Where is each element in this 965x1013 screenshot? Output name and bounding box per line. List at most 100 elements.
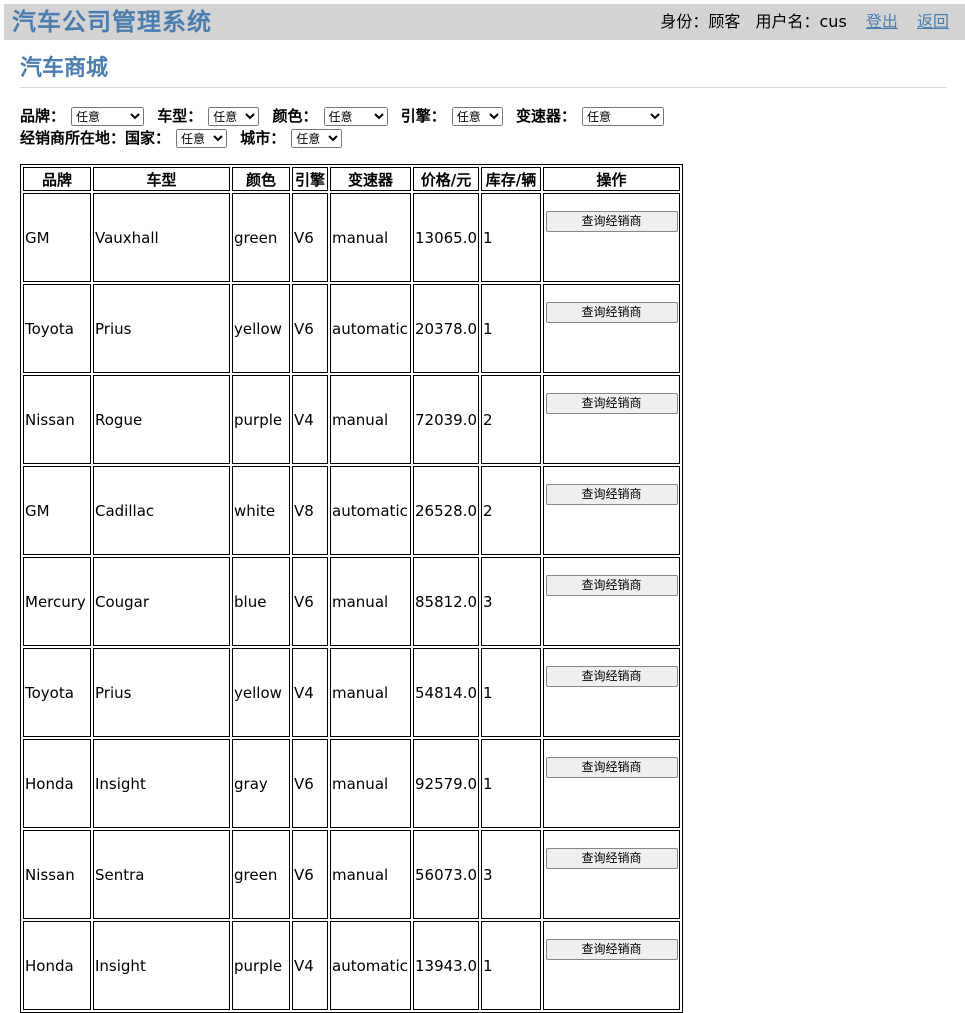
model-filter-label: 车型：: [157, 107, 203, 125]
cell-transmission: manual: [330, 193, 411, 282]
country-filter-label: 国家：: [125, 129, 171, 147]
cell-color: yellow: [232, 284, 290, 373]
table-row: Nissan Rogue purple V4 manual 72039.0 2 查询经销商: [23, 375, 681, 464]
cell-action: 查询经销商: [543, 375, 681, 464]
table-row: Toyota Prius yellow V6 automatic 20378.0 1 查询经销…: [23, 284, 681, 373]
header-model: 车型: [93, 167, 230, 191]
logout-link[interactable]: 登出: [866, 12, 898, 31]
cell-brand: Honda: [23, 739, 91, 828]
header-action: 操作: [543, 167, 681, 191]
dealer-location-label: 经销商所在地：: [20, 129, 126, 147]
cell-brand: Toyota: [23, 648, 91, 737]
cell-color: yellow: [232, 648, 290, 737]
top-bar: 汽车公司管理系统 身份：顾客 用户名：cus 登出 返回: [4, 4, 965, 40]
cell-price: 85812.0: [413, 557, 480, 646]
transmission-filter: 变速器： 任意: [516, 105, 665, 127]
cell-brand: Nissan: [23, 375, 91, 464]
query-dealer-button[interactable]: 查询经销商: [545, 484, 678, 505]
cell-transmission: automatic: [330, 921, 411, 1010]
color-select[interactable]: 任意: [323, 107, 388, 126]
cell-action: 查询经销商: [543, 284, 681, 373]
cell-stock: 1: [481, 739, 542, 828]
cell-engine: V6: [292, 830, 328, 919]
cell-model: Insight: [93, 739, 230, 828]
cell-stock: 1: [481, 284, 542, 373]
brand-select[interactable]: 任意: [71, 107, 145, 126]
table-row: Nissan Sentra green V6 manual 56073.0 3 查询经销商: [23, 830, 681, 919]
cell-engine: V4: [292, 921, 328, 1010]
divider: [20, 87, 947, 88]
country-select[interactable]: 任意: [176, 129, 228, 148]
header-stock: 库存/辆: [481, 167, 542, 191]
cell-stock: 1: [481, 648, 542, 737]
model-filter: 车型： 任意: [157, 105, 260, 127]
cell-action: 查询经销商: [543, 193, 681, 282]
table-row: GM Cadillac white V8 automatic 26528.0 2 查询经销商: [23, 466, 681, 555]
transmission-filter-label: 变速器：: [516, 107, 577, 125]
cell-model: Rogue: [93, 375, 230, 464]
cell-brand: Honda: [23, 921, 91, 1010]
query-dealer-button[interactable]: 查询经销商: [545, 939, 678, 960]
table-row: GM Vauxhall green V6 manual 13065.0 1 查询经销商: [23, 193, 681, 282]
model-select[interactable]: 任意: [208, 107, 260, 126]
cell-brand: Toyota: [23, 284, 91, 373]
brand-filter-label: 品牌：: [20, 107, 66, 125]
filter-bar: 品牌： 任意 车型： 任意 颜色： 任意 引擎： 任意 变速器： 任意 经销商所在地： 国…: [20, 105, 950, 149]
cell-model: Insight: [93, 921, 230, 1010]
query-dealer-button[interactable]: 查询经销商: [545, 575, 678, 596]
cell-stock: 2: [481, 375, 542, 464]
cell-transmission: automatic: [330, 284, 411, 373]
cell-action: 查询经销商: [543, 830, 681, 919]
cell-engine: V6: [292, 739, 328, 828]
filter-line-2: 经销商所在地： 国家： 任意 城市： 任意: [20, 127, 950, 149]
cell-engine: V6: [292, 193, 328, 282]
cell-price: 56073.0: [413, 830, 480, 919]
cell-price: 26528.0: [413, 466, 480, 555]
brand-filter: 品牌： 任意: [20, 105, 145, 127]
cell-color: white: [232, 466, 290, 555]
user-name: 用户名：cus: [755, 12, 847, 31]
cell-price: 92579.0: [413, 739, 480, 828]
query-dealer-button[interactable]: 查询经销商: [545, 757, 678, 778]
table-header-row: 品牌 车型 颜色 引擎 变速器 价格/元 库存/辆 操作: [23, 167, 681, 191]
cell-engine: V6: [292, 284, 328, 373]
table-row: Honda Insight purple V4 automatic 13943.0 1 查询经…: [23, 921, 681, 1010]
cell-color: purple: [232, 375, 290, 464]
cell-color: blue: [232, 557, 290, 646]
cell-model: Prius: [93, 284, 230, 373]
header-color: 颜色: [232, 167, 290, 191]
header-transmission: 变速器: [330, 167, 411, 191]
transmission-select[interactable]: 任意: [582, 107, 665, 126]
cell-color: gray: [232, 739, 290, 828]
header-engine: 引擎: [292, 167, 328, 191]
city-select[interactable]: 任意: [291, 129, 343, 148]
table-row: Toyota Prius yellow V4 manual 54814.0 1 查询经销商: [23, 648, 681, 737]
cell-transmission: manual: [330, 648, 411, 737]
cell-engine: V8: [292, 466, 328, 555]
color-filter: 颜色： 任意: [273, 105, 388, 127]
app-title: 汽车公司管理系统: [12, 8, 212, 36]
table-row: Mercury Cougar blue V6 manual 85812.0 3 查询经销商: [23, 557, 681, 646]
back-link[interactable]: 返回: [917, 12, 949, 31]
cell-transmission: manual: [330, 830, 411, 919]
cell-stock: 1: [481, 921, 542, 1010]
cell-transmission: manual: [330, 739, 411, 828]
query-dealer-button[interactable]: 查询经销商: [545, 666, 678, 687]
cell-price: 13065.0: [413, 193, 480, 282]
cell-model: Prius: [93, 648, 230, 737]
cell-price: 54814.0: [413, 648, 480, 737]
cell-brand: Nissan: [23, 830, 91, 919]
query-dealer-button[interactable]: 查询经销商: [545, 302, 678, 323]
cell-model: Cougar: [93, 557, 230, 646]
cell-action: 查询经销商: [543, 739, 681, 828]
page-title: 汽车商城: [20, 56, 109, 81]
engine-select[interactable]: 任意: [451, 107, 503, 126]
query-dealer-button[interactable]: 查询经销商: [545, 211, 678, 232]
cell-engine: V4: [292, 648, 328, 737]
city-filter-label: 城市：: [240, 129, 286, 147]
query-dealer-button[interactable]: 查询经销商: [545, 393, 678, 414]
table-row: Honda Insight gray V6 manual 92579.0 1 查询经销商: [23, 739, 681, 828]
cell-engine: V6: [292, 557, 328, 646]
query-dealer-button[interactable]: 查询经销商: [545, 848, 678, 869]
cell-color: green: [232, 193, 290, 282]
